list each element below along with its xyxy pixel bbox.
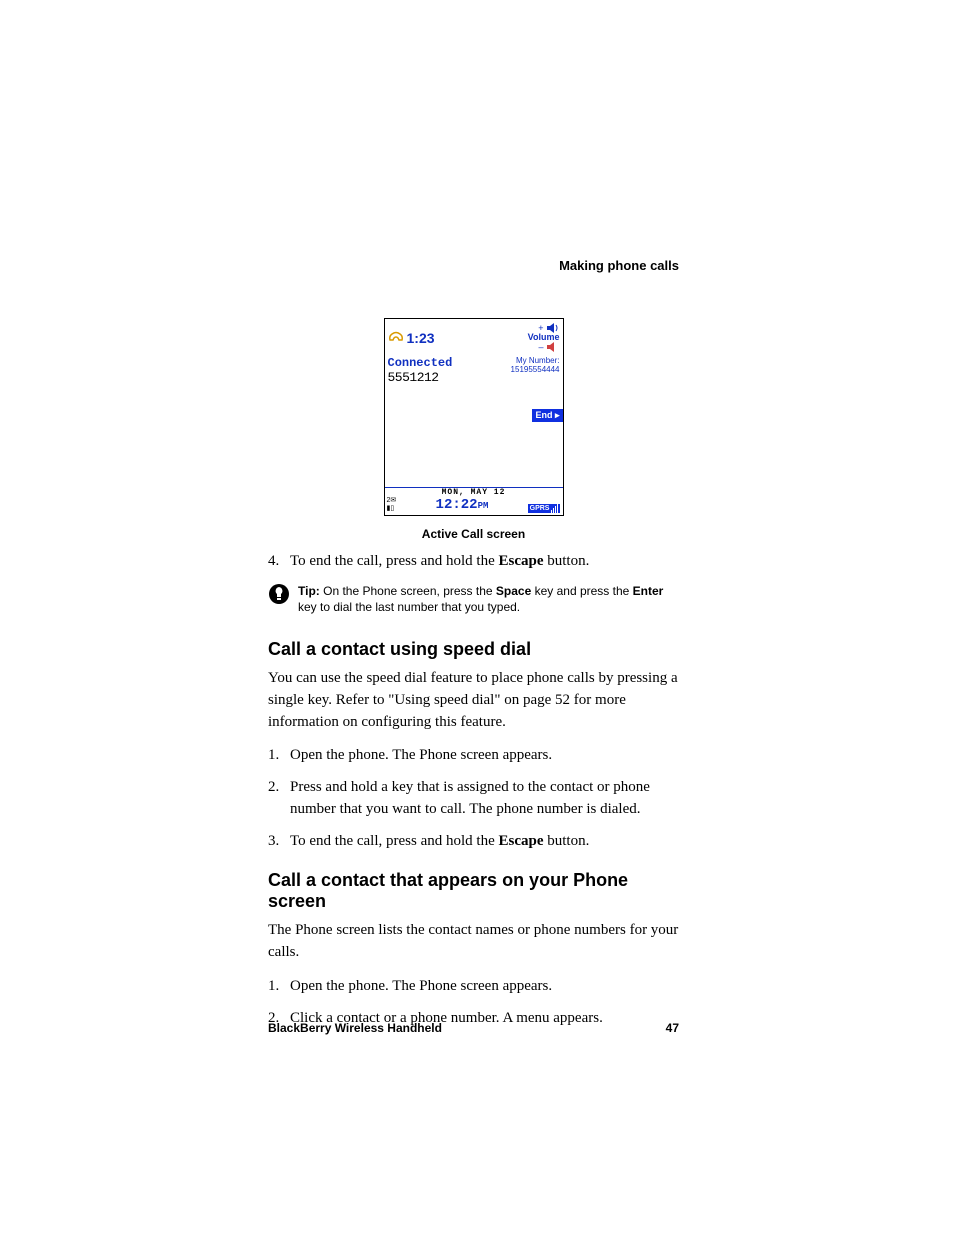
running-header: Making phone calls — [559, 258, 679, 273]
signal-bars-icon — [551, 504, 558, 513]
volume-label: Volume — [528, 332, 560, 342]
list-item: 4. To end the call, press and hold the E… — [268, 551, 679, 573]
page-footer: BlackBerry Wireless Handheld 47 — [268, 1021, 679, 1035]
my-number-value: 15195554444 — [511, 365, 560, 374]
step-number: 1. — [268, 976, 290, 998]
date-line: mon, may 12 — [385, 488, 563, 497]
list-item: 1. Open the phone. The Phone screen appe… — [268, 745, 679, 767]
status-badges: 2✉▮▯ — [387, 497, 397, 513]
call-timer: 1:23 — [388, 323, 435, 352]
network-label: GPRS — [530, 505, 550, 512]
body-paragraph: The Phone screen lists the contact names… — [268, 920, 679, 964]
step-text: Open the phone. The Phone screen appears… — [290, 976, 679, 998]
page-content: 1:23 + Volume – — [268, 318, 679, 1029]
step-number: 4. — [268, 551, 290, 573]
clock-time: 12:22 — [436, 497, 478, 513]
step-text: To end the call, press and hold the Esca… — [290, 831, 679, 853]
tip-callout: Tip: On the Phone screen, press the Spac… — [268, 583, 679, 615]
network-indicator: GPRS — [528, 504, 561, 513]
step-number: 1. — [268, 745, 290, 767]
volume-indicator: + Volume – — [528, 323, 560, 352]
clock: 12:22PM — [436, 497, 489, 513]
document-page: Making phone calls 1:23 + — [0, 0, 954, 1235]
call-status: Connected — [388, 356, 453, 370]
body-paragraph: You can use the speed dial feature to pl… — [268, 668, 679, 733]
step-text: Open the phone. The Phone screen appears… — [290, 745, 679, 767]
phone-off-hook-icon — [388, 331, 404, 345]
my-number: My Number: 15195554444 — [511, 356, 560, 385]
footer-page-number: 47 — [666, 1021, 679, 1035]
section-heading-speed-dial: Call a contact using speed dial — [268, 639, 679, 660]
my-number-label: My Number: — [511, 356, 560, 365]
list-item: 3. To end the call, press and hold the E… — [268, 831, 679, 853]
end-call-button: End ▸ — [532, 409, 562, 422]
screenshot-figure: 1:23 + Volume – — [268, 318, 679, 521]
volume-minus: – — [538, 343, 543, 352]
lightbulb-tip-icon — [268, 583, 290, 605]
active-call-screenshot: 1:23 + Volume – — [384, 318, 564, 516]
step-number: 2. — [268, 777, 290, 821]
dialed-number: 5551212 — [388, 370, 453, 385]
tip-text: Tip: On the Phone screen, press the Spac… — [298, 583, 679, 615]
call-timer-value: 1:23 — [407, 330, 435, 346]
message-count: 2 — [387, 497, 391, 504]
list-item: 1. Open the phone. The Phone screen appe… — [268, 976, 679, 998]
step-number: 3. — [268, 831, 290, 853]
clock-ampm: PM — [478, 501, 489, 511]
section-heading-phone-screen-contact: Call a contact that appears on your Phon… — [268, 870, 679, 912]
figure-caption: Active Call screen — [268, 527, 679, 541]
step-text: To end the call, press and hold the Esca… — [290, 551, 679, 573]
speaker-icon — [546, 342, 560, 352]
list-item: 2. Press and hold a key that is assigned… — [268, 777, 679, 821]
footer-product: BlackBerry Wireless Handheld — [268, 1021, 442, 1035]
step-text: Press and hold a key that is assigned to… — [290, 777, 679, 821]
